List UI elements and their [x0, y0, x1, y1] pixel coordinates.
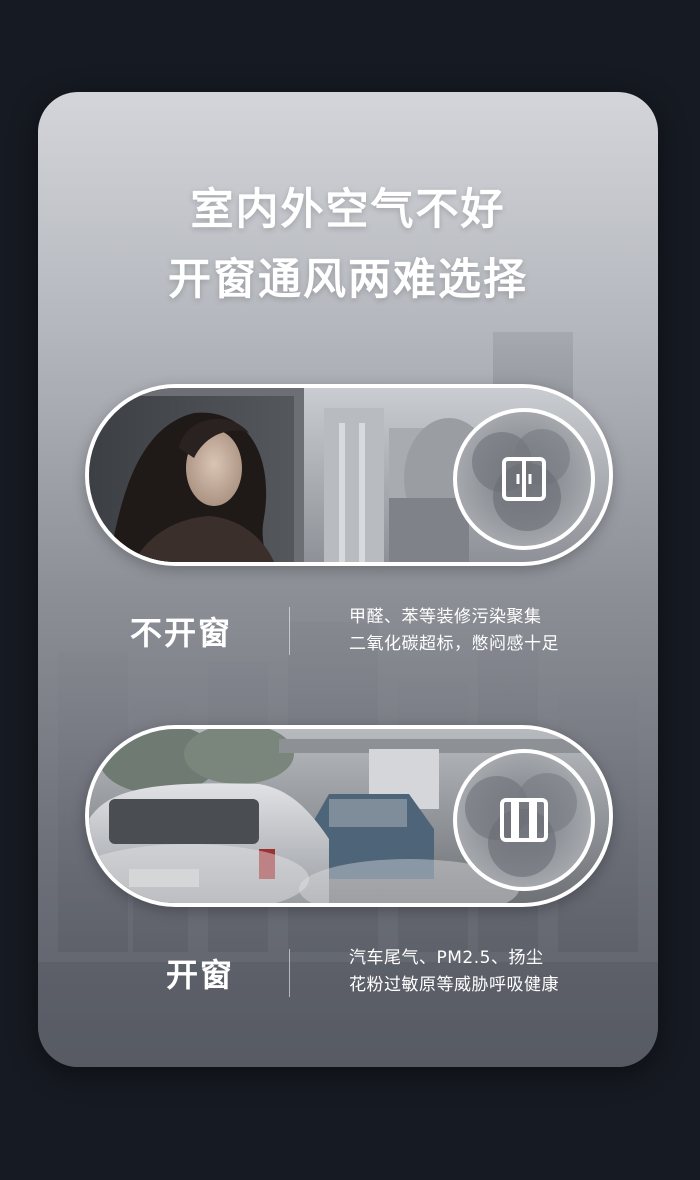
page: 室内外空气不好 开窗通风两难选择 不开窗 甲醛、苯等装修污染聚集 二氧化碳超标，… — [0, 0, 700, 1180]
option-label-open: 开窗 — [166, 956, 235, 994]
option-desc-open-line-2: 花粉过敏原等威胁呼吸健康 — [349, 975, 559, 995]
option-desc-closed-line-1: 甲醛、苯等装修污染聚集 — [349, 607, 542, 627]
option-desc-closed-line-2: 二氧化碳超标，憋闷感十足 — [349, 634, 559, 654]
option-divider-open — [289, 949, 290, 997]
option-desc-open-line-1: 汽车尾气、PM2.5、扬尘 — [349, 948, 544, 968]
closed-window-icon-badge — [453, 408, 595, 550]
headline-line-2: 开窗通风两难选择 — [168, 255, 528, 305]
option-label-closed: 不开窗 — [130, 614, 233, 652]
info-card: 室内外空气不好 开窗通风两难选择 不开窗 甲醛、苯等装修污染聚集 二氧化碳超标，… — [38, 92, 658, 1067]
closed-window-photo — [85, 384, 613, 566]
open-window-icon-badge — [453, 749, 595, 891]
option-divider-closed — [289, 607, 290, 655]
closed-window-icon — [502, 457, 546, 501]
open-window-photo — [85, 725, 613, 907]
open-window-icon — [500, 798, 548, 842]
headline-line-1: 室内外空气不好 — [190, 185, 506, 235]
